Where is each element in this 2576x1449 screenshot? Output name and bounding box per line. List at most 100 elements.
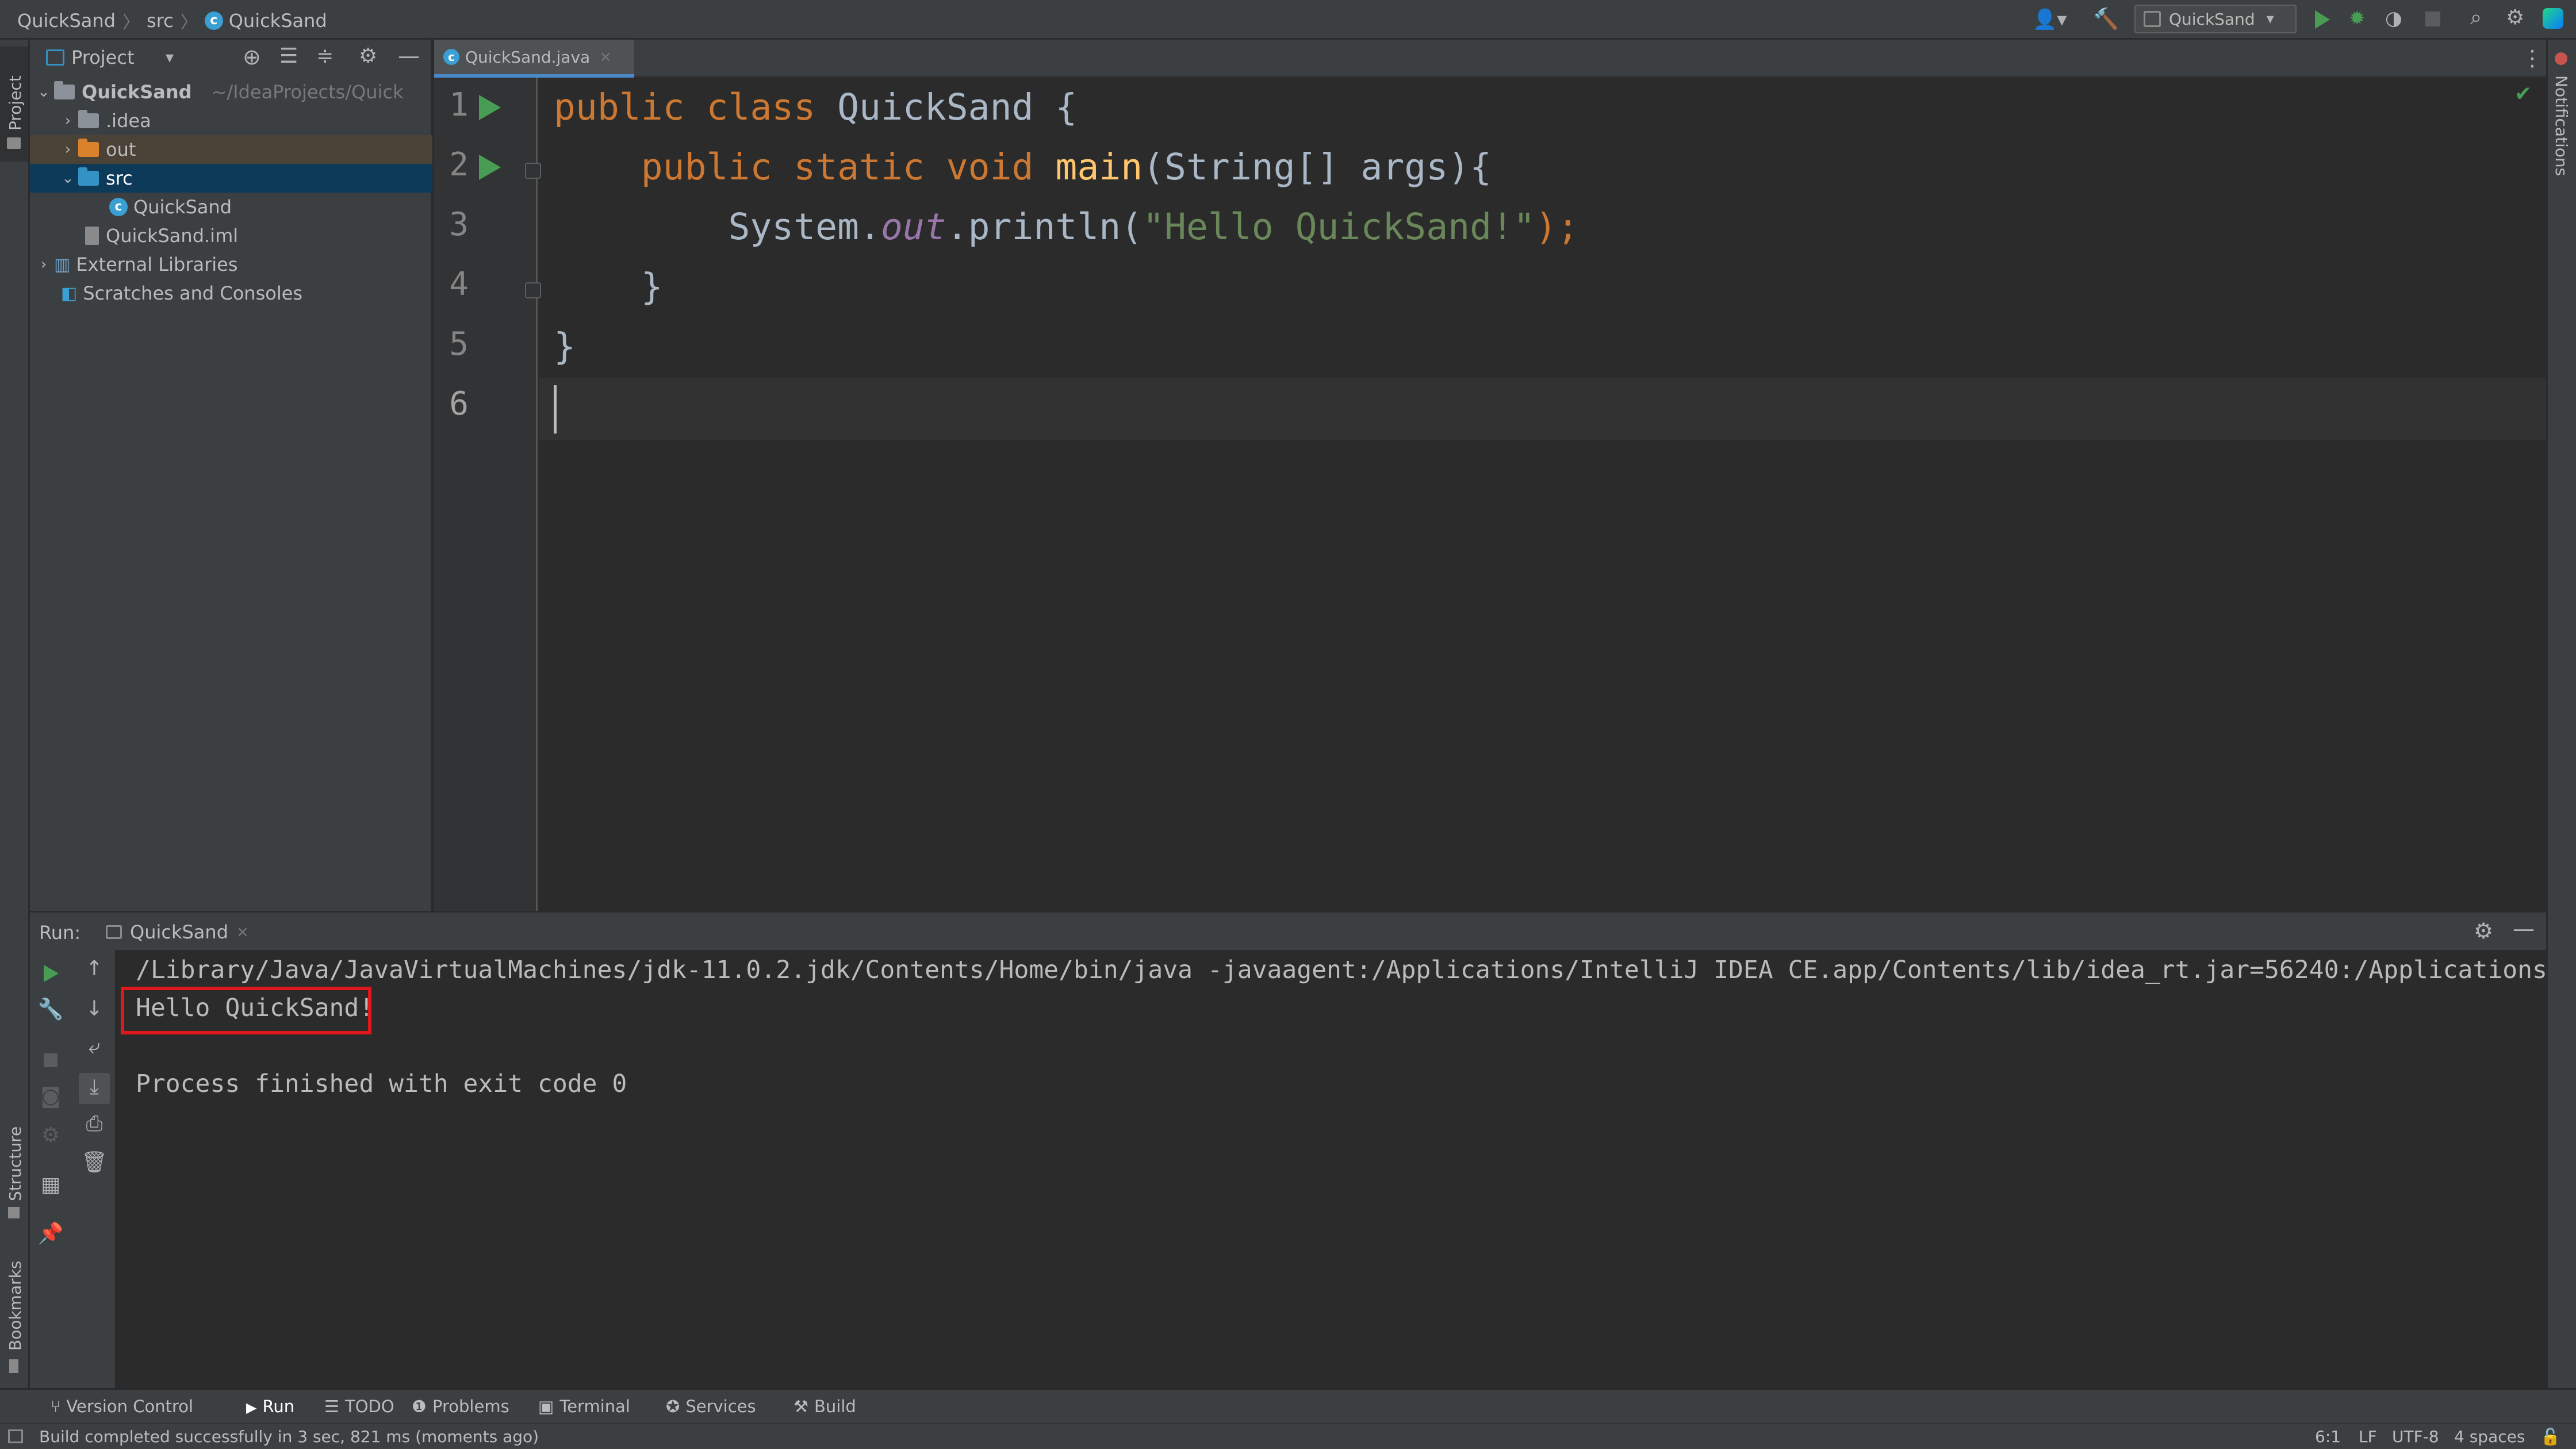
layout-icon[interactable]: ▦ [33,1173,68,1197]
tree-item-iml[interactable]: QuickSand.iml [30,221,432,250]
notifications-stripe-button[interactable]: Notifications [2548,47,2576,242]
code-line-5: } [554,325,576,367]
chevron-right-icon[interactable]: › [57,112,78,129]
tree-item-label: QuickSand [82,81,192,103]
tree-item-scratches[interactable]: ◧ Scratches and Consoles [30,279,432,308]
expand-all-icon[interactable]: ☰ [279,44,298,68]
indent-setting[interactable]: 4 spaces [2454,1427,2525,1446]
tool-window-todo[interactable]: ☰ TODO [324,1397,394,1416]
wrench-icon[interactable]: 🔧 [33,997,68,1021]
line-separator[interactable]: LF [2359,1427,2377,1446]
jetbrains-toolbox-icon[interactable] [2543,8,2563,29]
notifications-stripe-label: Notifications [2552,75,2571,177]
hide-panel-icon[interactable]: — [398,43,420,68]
arrow-down-icon[interactable]: ↓ [77,997,112,1021]
tree-item-quicksand-class[interactable]: c QuickSand [30,193,432,221]
console-output[interactable]: /Library/Java/JavaVirtualMachines/jdk-11… [117,950,2546,1388]
project-stripe-label: Project [6,75,25,131]
tree-item-idea[interactable]: › .idea [30,106,432,135]
toggle-tool-windows-icon[interactable] [8,1429,23,1443]
stop-icon[interactable] [44,1053,57,1067]
close-icon[interactable]: × [236,923,249,941]
project-stripe-button[interactable]: Project [0,47,28,162]
collapse-all-icon[interactable]: ≑ [316,44,334,68]
run-main-gutter-icon[interactable] [479,155,501,180]
lock-icon[interactable]: 🔓 [2540,1427,2560,1446]
chevron-down-icon[interactable]: ⌄ [57,170,78,187]
breadcrumb-class[interactable]: QuickSand [229,10,327,32]
fold-icon[interactable] [525,282,541,298]
tool-window-terminal[interactable]: ▣ Terminal [538,1397,630,1416]
status-message[interactable]: Build completed successfully in 3 sec, 8… [39,1427,539,1446]
file-encoding[interactable]: UTF-8 [2392,1427,2439,1446]
user-icon[interactable]: 👤▾ [2033,8,2067,31]
gear-icon[interactable]: ⚙ [359,44,377,68]
tool-window-services[interactable]: ✪ Services [666,1397,756,1416]
code-identifier: QuickSand { [837,86,1078,128]
tool-window-run[interactable]: ▶ Run [246,1397,294,1416]
more-options-icon[interactable]: ⋮ [2521,45,2543,71]
run-configuration-select[interactable]: QuickSand ▾ [2134,5,2297,33]
editor-tab-quicksand-java[interactable]: c QuickSand.java × [434,40,634,78]
run-class-gutter-icon[interactable] [479,95,501,120]
search-icon[interactable]: ⌕ [2470,6,2482,30]
right-tool-stripe: Notifications [2546,40,2576,1388]
chevron-down-icon[interactable]: ⌄ [33,83,54,101]
hide-panel-icon[interactable]: — [2513,916,2535,941]
tree-item-out[interactable]: › out [30,135,432,164]
breadcrumb-src[interactable]: src [147,10,174,32]
library-icon: ▥ [54,254,71,275]
breadcrumb-project[interactable]: QuickSand [17,10,116,32]
tree-item-src[interactable]: ⌄ src [30,164,432,193]
bookmarks-stripe-button[interactable]: Bookmarks [0,1259,28,1385]
arrow-up-icon[interactable]: ↑ [77,957,112,980]
structure-stripe-button[interactable]: Structure [0,1121,28,1236]
tree-item-external-libraries[interactable]: › ▥ External Libraries [30,250,432,279]
locate-file-icon[interactable]: ⊕ [243,44,261,70]
code-keyword: static [793,146,925,188]
tree-item-project-root[interactable]: ⌄ QuickSand ~/IdeaProjects/Quick [30,78,432,106]
code-keyword: public [641,146,772,188]
code-editor[interactable]: 1 2 3 4 5 6 public class QuickSand { pub… [434,78,2546,911]
close-icon[interactable]: × [599,48,612,66]
code-line-1: public class QuickSand { [554,86,1077,128]
chevron-right-icon[interactable]: › [33,256,54,273]
code-text: System. [728,206,881,248]
folder-icon [78,110,99,128]
fold-icon[interactable] [525,163,541,179]
chevron-right-icon[interactable]: › [57,141,78,158]
soft-wrap-icon[interactable]: ⤶ [77,1035,112,1059]
gear-icon[interactable]: ⚙ [2474,918,2493,944]
chevron-down-icon: ▾ [2266,10,2274,28]
gear-icon[interactable]: ⚙ [2506,6,2524,29]
print-icon[interactable]: ⎙ [77,1112,112,1136]
rerun-icon[interactable] [44,965,59,982]
run-icon[interactable] [2315,10,2330,29]
breadcrumb: QuickSand 〉 src 〉 c QuickSand [17,8,327,33]
chevron-down-icon[interactable]: ▾ [166,48,174,67]
trash-icon[interactable]: 🗑 [77,1150,112,1174]
run-tab-quicksand[interactable]: QuickSand × [106,913,249,952]
left-tool-stripe: Project Structure Bookmarks [0,40,30,1388]
code-text: .println( [946,206,1143,248]
hammer-icon: ⚒ [793,1397,808,1416]
run-config-icon [106,925,122,939]
run-toolbar-secondary: ↑ ↓ ⤶ ⤓ ⎙ 🗑 [72,950,117,1388]
file-icon [85,227,99,245]
editor-tabs: c QuickSand.java × ⋮ [434,40,2546,78]
inspection-ok-icon[interactable]: ✔ [2514,82,2532,106]
camera-icon[interactable]: ◙ [33,1084,68,1108]
highlight-annotation-box [121,987,371,1034]
project-view-selector[interactable]: Project [71,47,134,68]
tool-window-build[interactable]: ⚒ Build [793,1397,856,1416]
stop-icon[interactable] [2425,12,2440,26]
caret-position[interactable]: 6:1 [2315,1427,2341,1446]
tool-window-problems[interactable]: ❶ Problems [412,1397,509,1416]
tool-window-version-control[interactable]: ⑂ Version Control [51,1397,193,1416]
coverage-icon[interactable]: ◑ [2385,7,2402,30]
scratches-icon: ◧ [61,283,78,304]
build-hammer-icon[interactable]: 🔨 [2093,7,2119,31]
debug-icon[interactable]: ✹ [2349,7,2366,30]
settings-exit-icon[interactable]: ⚙ [33,1124,68,1147]
pin-icon[interactable]: 📌 [33,1221,68,1245]
